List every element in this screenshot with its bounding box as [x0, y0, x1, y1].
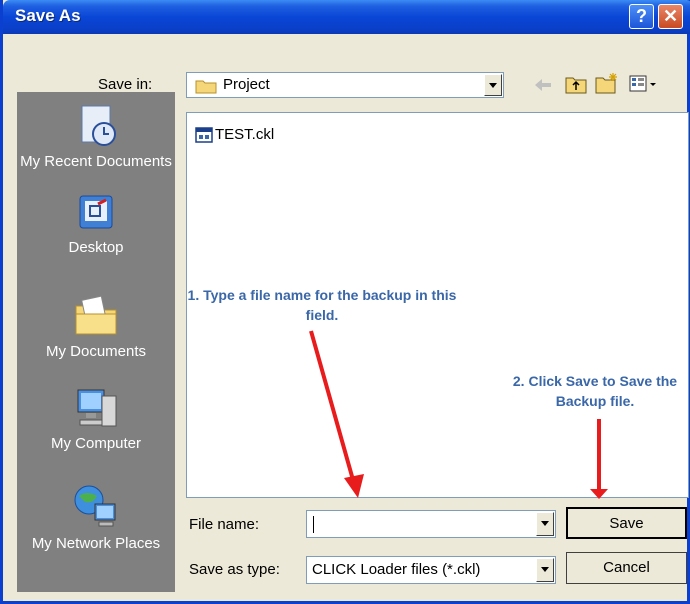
cancel-button[interactable]: Cancel [566, 552, 687, 584]
dialog-title: Save As [15, 6, 81, 25]
file-name-dropdown-button[interactable] [536, 512, 554, 536]
arrowhead-file-name [344, 474, 364, 498]
arrowhead-save [590, 489, 608, 499]
arrow-to-file-name [309, 330, 357, 488]
place-label: My Network Places [31, 535, 161, 552]
place-label: My Documents [45, 343, 147, 360]
network-places-icon [74, 485, 116, 527]
annotation-arrows [309, 330, 608, 499]
new-folder-icon[interactable] [595, 72, 619, 94]
text-cursor [313, 516, 314, 533]
save-as-type-label: Save as type: [189, 561, 280, 578]
close-button[interactable]: ✕ [658, 4, 683, 29]
save-button[interactable]: Save [566, 507, 687, 539]
save-in-dropdown[interactable]: Project [186, 72, 504, 98]
file-name-label: File name: [189, 516, 260, 533]
recent-documents-icon [81, 105, 116, 146]
place-desktop[interactable]: Desktop [17, 192, 175, 257]
place-label: My Computer [50, 435, 142, 452]
place-my-documents[interactable]: My Documents [17, 292, 175, 361]
back-arrow-icon[interactable] [533, 76, 553, 94]
folder-icon [195, 80, 217, 94]
save-as-type-value: CLICK Loader files (*.ckl) [312, 561, 481, 578]
file-list[interactable]: TEST.ckl 1. Type a file name for the bac… [186, 112, 689, 499]
my-computer-icon [77, 389, 117, 427]
save-as-type-dropdown-button[interactable] [536, 558, 554, 582]
title-bar[interactable]: Save As ? ✕ [3, 0, 690, 34]
save-as-type-dropdown[interactable]: CLICK Loader files (*.ckl) [306, 556, 556, 584]
my-documents-icon [75, 295, 117, 335]
views-menu-icon[interactable] [629, 74, 659, 94]
save-in-dropdown-button[interactable] [484, 74, 502, 96]
save-in-value: Project [223, 76, 270, 93]
place-label: My Recent Documents [20, 153, 172, 170]
file-name-input[interactable] [306, 510, 556, 538]
help-button[interactable]: ? [629, 4, 654, 29]
up-folder-icon[interactable] [565, 74, 587, 94]
place-my-recent-documents[interactable]: My Recent Documents [17, 102, 175, 171]
desktop-icon [79, 195, 113, 229]
save-in-label: Save in: [98, 76, 153, 93]
place-label: Desktop [68, 239, 124, 256]
places-bar: My Recent Documents Desktop My Documents [17, 92, 175, 592]
place-my-network-places[interactable]: My Network Places [17, 482, 175, 553]
place-my-computer[interactable]: My Computer [17, 386, 175, 453]
save-as-dialog: Save As ? ✕ Save in: Project My Recent D… [0, 0, 690, 604]
